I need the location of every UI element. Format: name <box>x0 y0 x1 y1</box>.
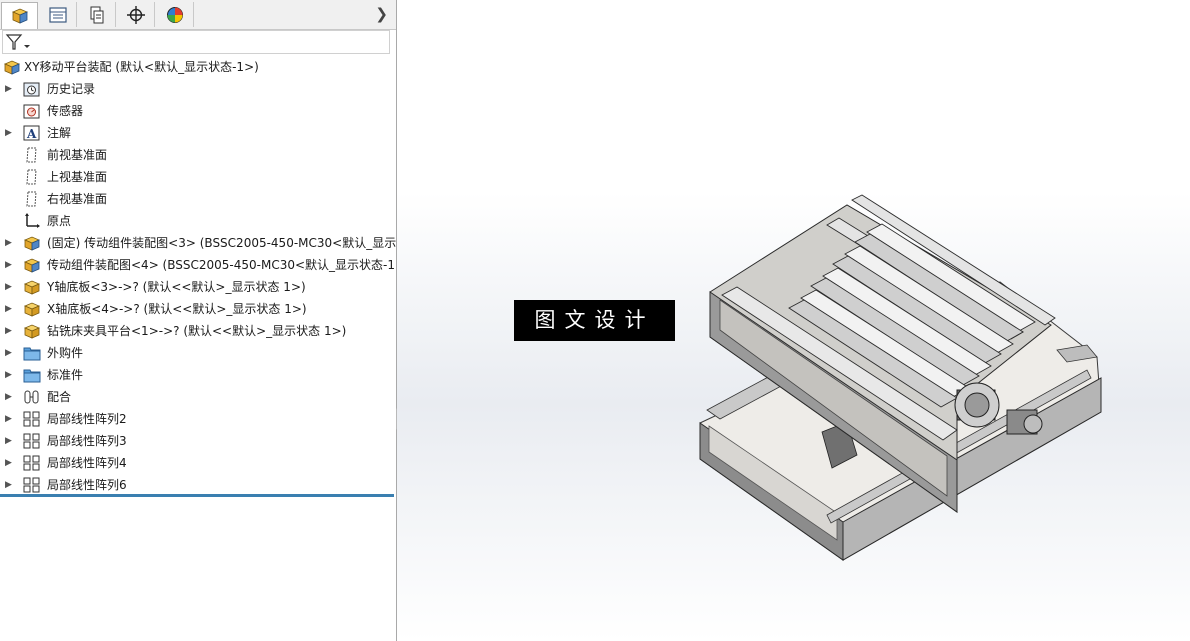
tree-item[interactable]: ▶ 局部线性阵列3 <box>0 430 396 452</box>
folder-icon <box>23 367 41 383</box>
tree-item-label: 局部线性阵列3 <box>47 434 127 448</box>
feature-tree: XY移动平台装配 (默认<默认_显示状态-1>) ▶ 历史记录传感器 ▶ A 注解前视基准… <box>0 56 396 496</box>
tree-item[interactable]: ▶ 局部线性阵列2 <box>0 408 396 430</box>
tree-item[interactable]: ▶ 外购件 <box>0 342 396 364</box>
watermark-label: 图文设计 <box>514 300 675 341</box>
linear-pattern-icon <box>23 411 40 427</box>
folder-icon <box>23 345 41 361</box>
tree-item-label: 钻铣床夹具平台<1>->? (默认<<默认>_显示状态 1>) <box>47 324 347 338</box>
tree-item-label: 传感器 <box>47 104 84 118</box>
featuremanager-tree-icon <box>11 8 28 24</box>
tree-item-label: 原点 <box>47 214 72 228</box>
expand-arrow-icon[interactable]: ▶ <box>5 474 13 496</box>
sensor-icon <box>23 103 40 119</box>
configuration-manager-icon <box>90 6 104 23</box>
expand-arrow-icon[interactable]: ▶ <box>5 232 13 254</box>
subassembly-icon <box>23 235 41 251</box>
part-icon <box>23 279 41 295</box>
tree-root-assembly[interactable]: XY移动平台装配 (默认<默认_显示状态-1>) <box>0 56 396 78</box>
assembly-icon <box>3 59 21 75</box>
expand-arrow-icon[interactable]: ▶ <box>5 298 13 320</box>
propertymanager-icon <box>49 6 67 23</box>
tree-item-label: 局部线性阵列2 <box>47 412 127 426</box>
part-icon <box>23 301 41 317</box>
tree-item-label: 局部线性阵列4 <box>47 456 127 470</box>
linear-pattern-icon <box>23 477 40 493</box>
tree-item-label: 历史记录 <box>47 82 96 96</box>
tree-item-label: 局部线性阵列6 <box>47 478 127 492</box>
expand-arrow-icon[interactable]: ▶ <box>5 78 13 100</box>
tab-display[interactable] <box>157 2 194 27</box>
chevron-right-icon[interactable]: ❯ <box>375 5 388 23</box>
tree-item[interactable]: ▶ A 注解 <box>0 122 396 144</box>
tab-propertymanager[interactable] <box>40 2 77 27</box>
tree-item-label: 右视基准面 <box>47 192 108 206</box>
expand-arrow-icon[interactable]: ▶ <box>5 364 13 386</box>
tree-item[interactable]: ▶ 标准件 <box>0 364 396 386</box>
tree-item-label: 注解 <box>47 126 72 140</box>
crosshair-icon <box>127 5 145 24</box>
tree-item[interactable]: ▶ 局部线性阵列6 <box>0 474 396 496</box>
tree-item[interactable]: ▶ Y轴底板<3>->? (默认<<默认>_显示状态 1>) <box>0 276 396 298</box>
mates-icon <box>23 389 40 405</box>
tree-item[interactable]: 上视基准面 <box>0 166 396 188</box>
expand-arrow-icon[interactable]: ▶ <box>5 276 13 298</box>
expand-arrow-icon[interactable]: ▶ <box>5 386 13 408</box>
expand-arrow-icon[interactable]: ▶ <box>5 452 13 474</box>
expand-arrow-icon[interactable]: ▶ <box>5 408 13 430</box>
history-folder-icon <box>23 81 40 97</box>
tree-item-label: (固定) 传动组件装配图<3> (BSSC2005-450-MC30<默认_显示… <box>47 236 397 250</box>
expand-arrow-icon[interactable]: ▶ <box>5 254 13 276</box>
tab-featuremanager[interactable] <box>1 2 38 29</box>
expand-arrow-icon[interactable]: ▶ <box>5 430 13 452</box>
tree-item[interactable]: ▶ (固定) 传动组件装配图<3> (BSSC2005-450-MC30<默认_显… <box>0 232 396 254</box>
linear-pattern-icon <box>23 455 40 471</box>
tree-item-label: XY移动平台装配 (默认<默认_显示状态-1>) <box>24 60 259 74</box>
feature-manager-panel: ❯ XY移动平台装配 (默认<默认_显示状态-1>) ▶ 历史记录传感器 ▶ A 注解前视… <box>0 0 397 641</box>
origin-icon <box>23 213 40 229</box>
tree-item-label: 上视基准面 <box>47 170 108 184</box>
tree-item-label: 前视基准面 <box>47 148 108 162</box>
filter-icon <box>5 34 30 50</box>
plane-icon <box>23 169 40 185</box>
linear-pattern-icon <box>23 433 40 449</box>
tree-item-label: 配合 <box>47 390 72 404</box>
tree-item[interactable]: 原点 <box>0 210 396 232</box>
tree-item-label: X轴底板<4>->? (默认<<默认>_显示状态 1>) <box>47 302 307 316</box>
tree-item[interactable]: ▶ 传动组件装配图<4> (BSSC2005-450-MC30<默认_显示状态-1… <box>0 254 396 276</box>
tree-item[interactable]: 传感器 <box>0 100 396 122</box>
plane-icon <box>23 191 40 207</box>
display-manager-icon <box>167 6 183 23</box>
tree-item[interactable]: 前视基准面 <box>0 144 396 166</box>
tree-item-label: 标准件 <box>47 368 84 382</box>
tree-item-label: 外购件 <box>47 346 84 360</box>
tree-item[interactable]: ▶ X轴底板<4>->? (默认<<默认>_显示状态 1>) <box>0 298 396 320</box>
plane-icon <box>23 147 40 163</box>
tree-item-label: Y轴底板<3>->? (默认<<默认>_显示状态 1>) <box>47 280 306 294</box>
panel-tab-bar: ❯ <box>0 0 396 30</box>
tree-item[interactable]: 右视基准面 <box>0 188 396 210</box>
part-icon <box>23 323 41 339</box>
rollback-bar[interactable] <box>0 494 394 497</box>
tree-item[interactable]: ▶ 局部线性阵列4 <box>0 452 396 474</box>
expand-arrow-icon[interactable]: ▶ <box>5 320 13 342</box>
annotation-icon: A <box>23 125 40 141</box>
tab-configurationmanager[interactable] <box>79 2 116 27</box>
svg-text:A: A <box>26 127 37 141</box>
tree-item[interactable]: ▶ 历史记录 <box>0 78 396 100</box>
expand-arrow-icon[interactable]: ▶ <box>5 122 13 144</box>
tab-dimxpert[interactable] <box>118 2 155 27</box>
subassembly-icon <box>23 257 41 273</box>
expand-arrow-icon[interactable]: ▶ <box>5 342 13 364</box>
tree-item-label: 传动组件装配图<4> (BSSC2005-450-MC30<默认_显示状态-1> <box>47 258 397 272</box>
tree-filter-bar[interactable] <box>2 30 390 54</box>
tree-item[interactable]: ▶ 钻铣床夹具平台<1>->? (默认<<默认>_显示状态 1>) <box>0 320 396 342</box>
tree-item[interactable]: ▶ 配合 <box>0 386 396 408</box>
